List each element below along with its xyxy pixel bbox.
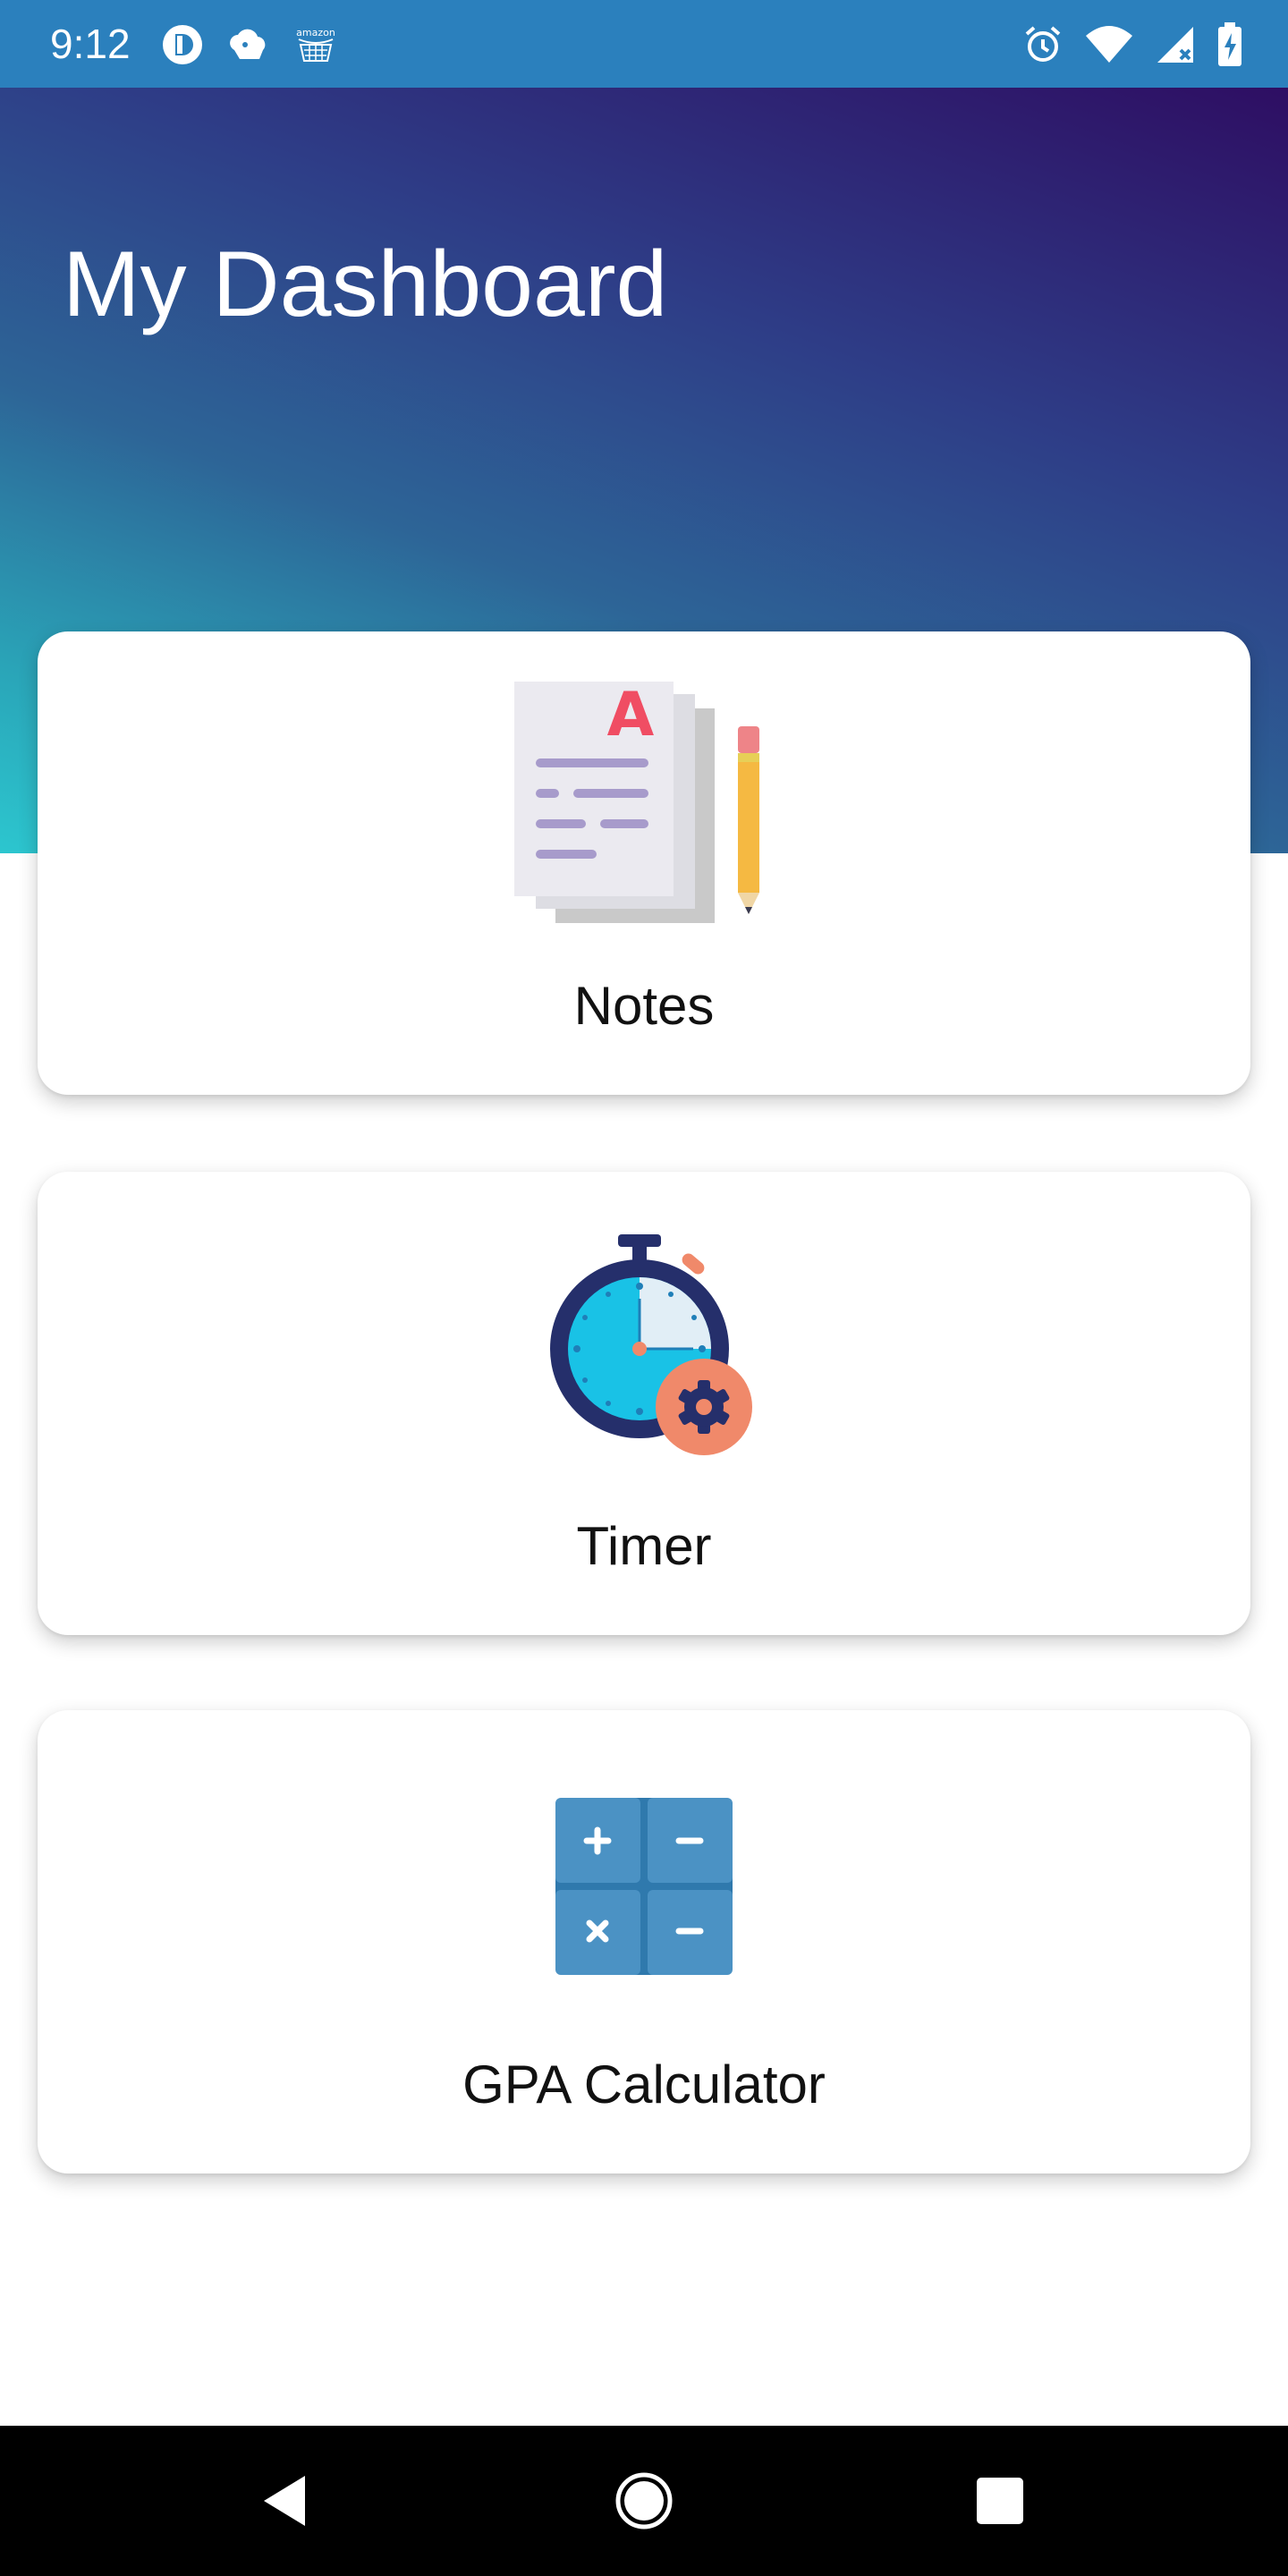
notification-icons: amazon <box>161 20 338 70</box>
stopwatch-icon <box>550 1234 752 1455</box>
gpa-calculator-label: GPA Calculator <box>462 2055 826 2114</box>
status-time: 9:12 <box>50 21 131 67</box>
signal-icon <box>1157 27 1193 63</box>
gpa-calculator-card[interactable]: GPA Calculator <box>38 1710 1250 2174</box>
amazon-notification-icon: amazon <box>296 27 335 62</box>
page-title: My Dashboard <box>63 233 668 336</box>
notes-label: Notes <box>573 976 715 1036</box>
wifi-icon <box>1086 26 1132 63</box>
calculator-icon <box>555 1798 733 1975</box>
status-bar: 9:12 amazon <box>0 0 1288 88</box>
alarm-icon <box>1025 26 1061 62</box>
battery-charging-icon <box>1218 22 1241 66</box>
navigation-bar <box>0 2426 1288 2576</box>
notes-card[interactable]: A Notes <box>38 631 1250 1095</box>
timer-card[interactable]: Timer <box>38 1172 1250 1635</box>
timer-label: Timer <box>576 1516 712 1576</box>
cloud-notification-icon <box>230 29 266 59</box>
svg-text:A: A <box>607 682 655 750</box>
notes-icon: A <box>514 682 759 923</box>
back-icon[interactable] <box>260 2474 309 2528</box>
system-icons <box>1021 20 1243 70</box>
svg-text:amazon: amazon <box>296 27 335 38</box>
recents-icon[interactable] <box>977 2478 1023 2524</box>
app-notification-icon <box>163 25 202 64</box>
home-icon[interactable] <box>614 2471 674 2530</box>
